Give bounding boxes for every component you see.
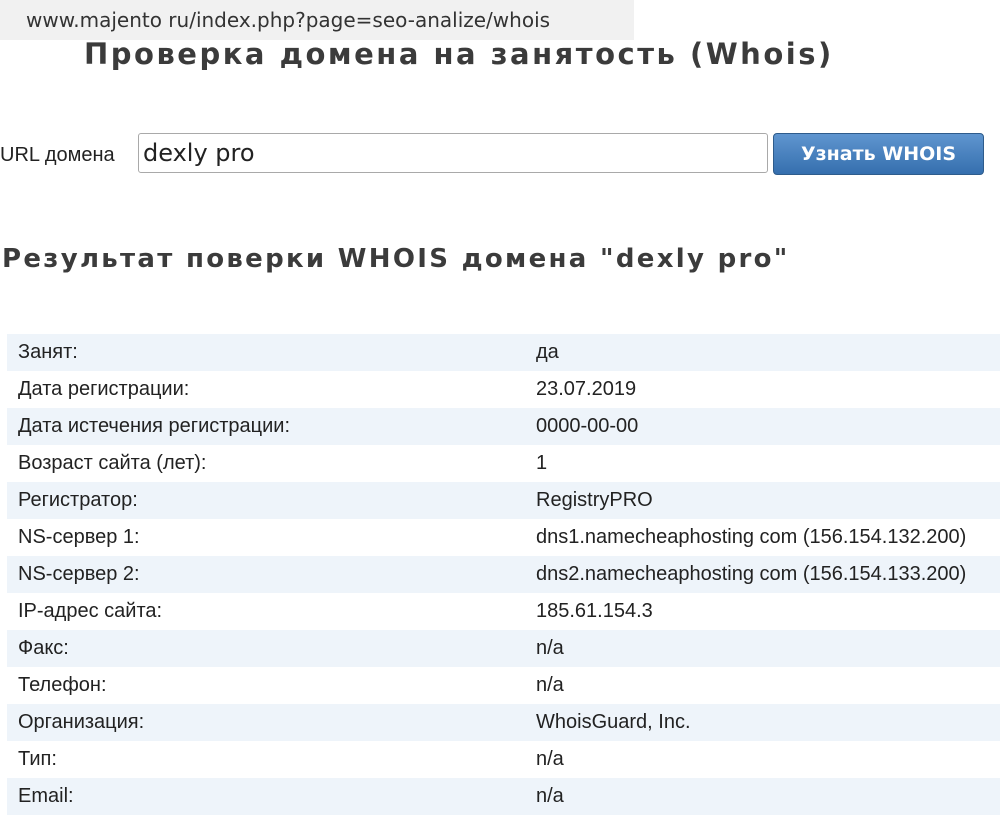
field-label: Дата регистрации: xyxy=(7,371,525,408)
table-row: Организация: WhoisGuard, Inc. xyxy=(7,704,1000,741)
field-value: RegistryPRO xyxy=(525,482,1000,519)
table-row: Тип: n/a xyxy=(7,741,1000,778)
field-value: n/a xyxy=(525,741,1000,778)
table-row: NS-сервер 2: dns2.namecheaphosting com (… xyxy=(7,556,1000,593)
field-label: Дата истечения регистрации: xyxy=(7,408,525,445)
field-value: n/a xyxy=(525,667,1000,704)
field-label: Факс: xyxy=(7,630,525,667)
field-label: Email: xyxy=(7,778,525,815)
get-whois-button[interactable]: Узнать WHOIS xyxy=(773,133,984,175)
table-row: Занят: да xyxy=(7,334,1000,371)
field-label: NS-сервер 2: xyxy=(7,556,525,593)
field-value: 185.61.154.3 xyxy=(525,593,1000,630)
table-row: Возраст сайта (лет): 1 xyxy=(7,445,1000,482)
field-label: Регистратор: xyxy=(7,482,525,519)
table-row: Факс: n/a xyxy=(7,630,1000,667)
result-title: Результат поверки WHOIS домена "dexly pr… xyxy=(2,244,790,274)
field-value: n/a xyxy=(525,630,1000,667)
table-row: IP-адрес сайта: 185.61.154.3 xyxy=(7,593,1000,630)
field-label: Тип: xyxy=(7,741,525,778)
field-value: n/a xyxy=(525,778,1000,815)
field-value: WhoisGuard, Inc. xyxy=(525,704,1000,741)
field-label: Возраст сайта (лет): xyxy=(7,445,525,482)
whois-result-table: Занят: да Дата регистрации: 23.07.2019 Д… xyxy=(7,334,1000,815)
table-row: Телефон: n/a xyxy=(7,667,1000,704)
table-row: Дата регистрации: 23.07.2019 xyxy=(7,371,1000,408)
field-value: да xyxy=(525,334,1000,371)
field-value: 23.07.2019 xyxy=(525,371,1000,408)
table-row: Регистратор: RegistryPRO xyxy=(7,482,1000,519)
table-row: NS-сервер 1: dns1.namecheaphosting com (… xyxy=(7,519,1000,556)
domain-url-input[interactable] xyxy=(138,133,768,173)
field-label: IP-адрес сайта: xyxy=(7,593,525,630)
page-title: Проверка домена на занятость (Whois) xyxy=(84,37,834,71)
field-value: dns2.namecheaphosting com (156.154.133.2… xyxy=(525,556,1000,593)
field-label: Занят: xyxy=(7,334,525,371)
field-value: 0000-00-00 xyxy=(525,408,1000,445)
address-bar[interactable]: www.majento ru/index.php?page=seo-analiz… xyxy=(0,0,634,40)
field-label: Телефон: xyxy=(7,667,525,704)
field-value: 1 xyxy=(525,445,1000,482)
table-row: Email: n/a xyxy=(7,778,1000,815)
whois-search-form: URL домена Узнать WHOIS xyxy=(0,133,1000,175)
field-value: dns1.namecheaphosting com (156.154.132.2… xyxy=(525,519,1000,556)
address-bar-url: www.majento ru/index.php?page=seo-analiz… xyxy=(26,8,551,32)
field-label: Организация: xyxy=(7,704,525,741)
field-label: NS-сервер 1: xyxy=(7,519,525,556)
domain-url-label: URL домена xyxy=(0,144,115,166)
table-row: Дата истечения регистрации: 0000-00-00 xyxy=(7,408,1000,445)
